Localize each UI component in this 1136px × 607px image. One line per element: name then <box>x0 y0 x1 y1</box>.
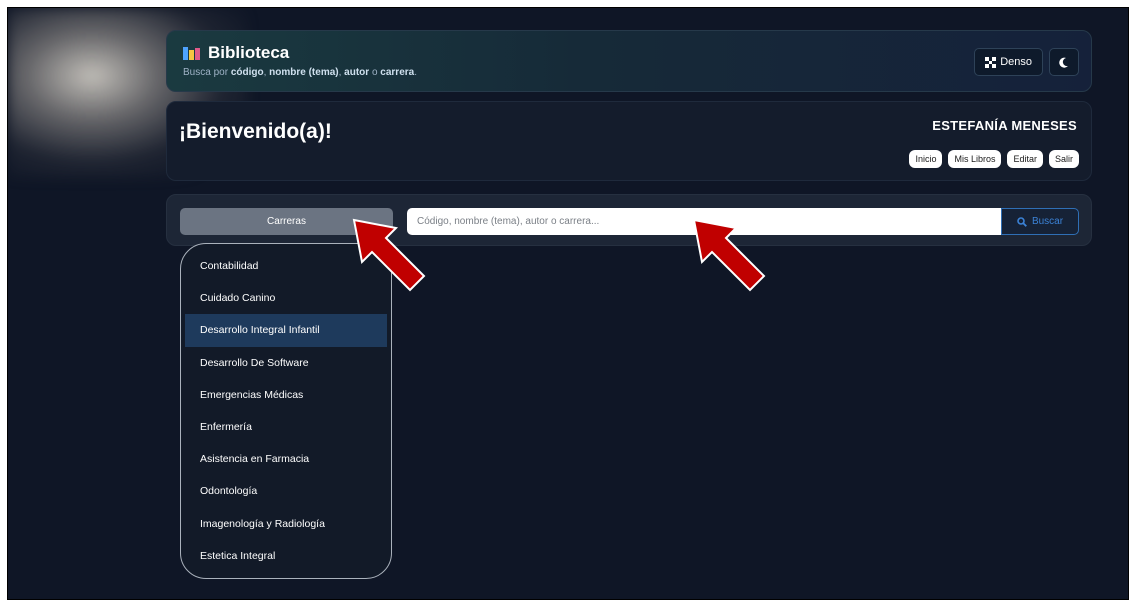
annotation-arrow-search <box>692 218 766 292</box>
my-books-button[interactable]: Mis Libros <box>948 150 1002 168</box>
home-button[interactable]: Inicio <box>909 150 943 168</box>
app-header: Biblioteca Busca por código, nombre (tem… <box>166 30 1092 92</box>
header-actions: Denso <box>974 48 1079 76</box>
search-panel: Carreras Buscar <box>166 194 1092 246</box>
dense-label: Denso <box>1000 56 1032 68</box>
user-nav: Inicio Mis Libros Editar Salir <box>909 150 1079 168</box>
welcome-title: ¡Bienvenido(a)! <box>179 120 332 143</box>
welcome-card: ¡Bienvenido(a)! ESTEFANÍA MENESES Inicio… <box>166 101 1092 181</box>
edit-button[interactable]: Editar <box>1007 150 1043 168</box>
career-item-emergencias-medicas[interactable]: Emergencias Médicas <box>185 379 387 411</box>
career-item-desarrollo-de-software[interactable]: Desarrollo De Software <box>185 347 387 379</box>
search-button[interactable]: Buscar <box>1001 208 1079 235</box>
career-item-enfermeria[interactable]: Enfermería <box>185 411 387 443</box>
annotation-arrow-careers <box>352 218 426 292</box>
app-title: Biblioteca <box>208 43 290 62</box>
user-name: ESTEFANÍA MENESES <box>932 118 1077 133</box>
career-item-odontologia[interactable]: Odontología <box>185 475 387 507</box>
moon-icon <box>1059 57 1068 68</box>
career-item-imagenologia-radiologia[interactable]: Imagenología y Radiología <box>185 508 387 540</box>
theme-toggle-button[interactable] <box>1049 48 1079 76</box>
app-subtitle: Busca por código, nombre (tema), autor o… <box>183 67 417 78</box>
career-item-desarrollo-integral-infantil[interactable]: Desarrollo Integral Infantil <box>185 314 387 347</box>
books-icon <box>183 46 200 60</box>
compress-icon <box>985 56 997 68</box>
app-window: Biblioteca Busca por código, nombre (tem… <box>7 7 1129 600</box>
career-item-asistencia-farmacia[interactable]: Asistencia en Farmacia <box>185 443 387 475</box>
brand: Biblioteca <box>183 43 289 63</box>
career-item-estetica-integral[interactable]: Estetica Integral <box>185 540 387 572</box>
search-button-label: Buscar <box>1031 216 1064 227</box>
search-icon <box>1017 216 1027 227</box>
logout-button[interactable]: Salir <box>1048 150 1079 168</box>
dense-toggle-button[interactable]: Denso <box>974 48 1043 76</box>
